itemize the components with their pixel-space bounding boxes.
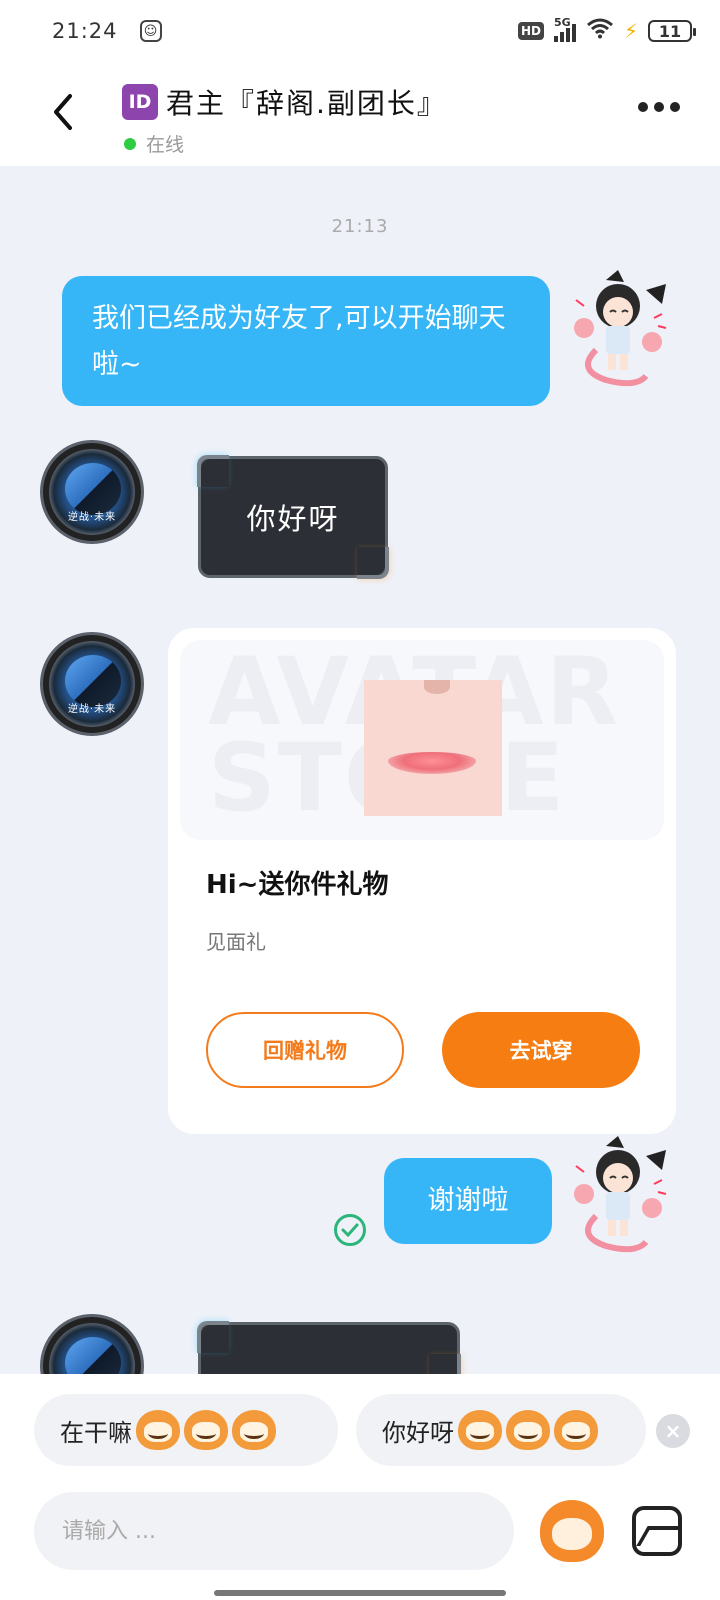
more-options-button[interactable] xyxy=(638,102,680,112)
status-time: 21:24 xyxy=(52,19,118,43)
contact-info[interactable]: ID 君主『辞阁.副团长』 在线 xyxy=(122,82,447,157)
network-type: 5G xyxy=(553,16,571,29)
return-gift-button[interactable]: 回赠礼物 xyxy=(206,1012,404,1088)
grin-emoji-icon xyxy=(136,1410,180,1450)
status-indicators: HD 5G ⚡ 11 xyxy=(517,16,696,45)
gift-title: Hi~送你件礼物 xyxy=(206,870,389,900)
id-badge-icon: ID xyxy=(122,84,158,120)
contact-name-row: ID 君主『辞阁.副团长』 xyxy=(122,82,447,122)
message-bubble-received[interactable] xyxy=(197,1321,461,1386)
charging-icon: ⚡ xyxy=(623,19,638,43)
smile-emoji-icon xyxy=(506,1410,550,1450)
bottom-input-panel: 在干嘛 你好呀 × xyxy=(0,1374,720,1600)
message-timestamp: 21:13 xyxy=(331,216,389,237)
back-button[interactable] xyxy=(40,90,84,134)
close-quick-replies-icon[interactable]: × xyxy=(656,1414,690,1448)
signal-icon: 5G xyxy=(553,16,576,42)
avatar-label: 逆战·未来 xyxy=(67,512,117,523)
battery-icon: 11 xyxy=(648,20,696,42)
quick-reply-text: 你好呀 xyxy=(382,1418,454,1447)
app-notification-icon: ☺ xyxy=(139,20,162,42)
online-status-text: 在线 xyxy=(146,134,185,156)
quick-reply-chip[interactable]: 你好呀 xyxy=(356,1394,646,1466)
grin-emoji-icon xyxy=(184,1410,228,1450)
sent-check-icon xyxy=(334,1214,366,1246)
gift-subtitle: 见面礼 xyxy=(206,930,266,954)
chevron-left-icon xyxy=(54,94,72,130)
avatar-label: 逆战·未来 xyxy=(67,704,117,715)
grin-emoji-icon xyxy=(232,1410,276,1450)
gift-item-image xyxy=(364,680,502,816)
emoji-picker-button[interactable] xyxy=(540,1500,604,1562)
chat-header: ID 君主『辞阁.副团长』 在线 xyxy=(0,62,720,166)
hd-badge: HD xyxy=(517,22,544,40)
my-avatar[interactable] xyxy=(566,270,670,394)
image-picker-icon[interactable] xyxy=(632,1506,682,1556)
status-bar: 21:24 ☺ HD 5G ⚡ 11 xyxy=(0,0,720,62)
gift-banner: AVATAR STORE xyxy=(180,640,664,840)
quick-reply-text: 在干嘛 xyxy=(60,1418,132,1447)
contact-avatar[interactable]: 逆战·未来 xyxy=(40,632,144,736)
contact-avatar[interactable]: 逆战·未来 xyxy=(40,440,144,544)
smile-emoji-icon xyxy=(554,1410,598,1450)
gift-card[interactable]: AVATAR STORE Hi~送你件礼物 见面礼 回赠礼物 去试穿 xyxy=(168,628,676,1134)
wifi-icon xyxy=(586,17,614,45)
online-status: 在线 xyxy=(124,130,447,157)
online-dot-icon xyxy=(124,137,136,150)
quick-reply-chip[interactable]: 在干嘛 xyxy=(34,1394,338,1466)
home-indicator[interactable] xyxy=(214,1590,506,1596)
contact-name: 君主『辞阁.副团长』 xyxy=(166,87,447,120)
try-on-button[interactable]: 去试穿 xyxy=(442,1012,640,1088)
message-input[interactable] xyxy=(34,1492,514,1570)
message-bubble-sent[interactable]: 我们已经成为好友了,可以开始聊天啦~ xyxy=(62,276,550,406)
message-bubble-sent[interactable]: 谢谢啦 xyxy=(384,1158,552,1244)
smile-emoji-icon xyxy=(458,1410,502,1450)
my-avatar[interactable] xyxy=(566,1136,670,1260)
message-bubble-received[interactable]: 你好呀 xyxy=(197,455,389,579)
